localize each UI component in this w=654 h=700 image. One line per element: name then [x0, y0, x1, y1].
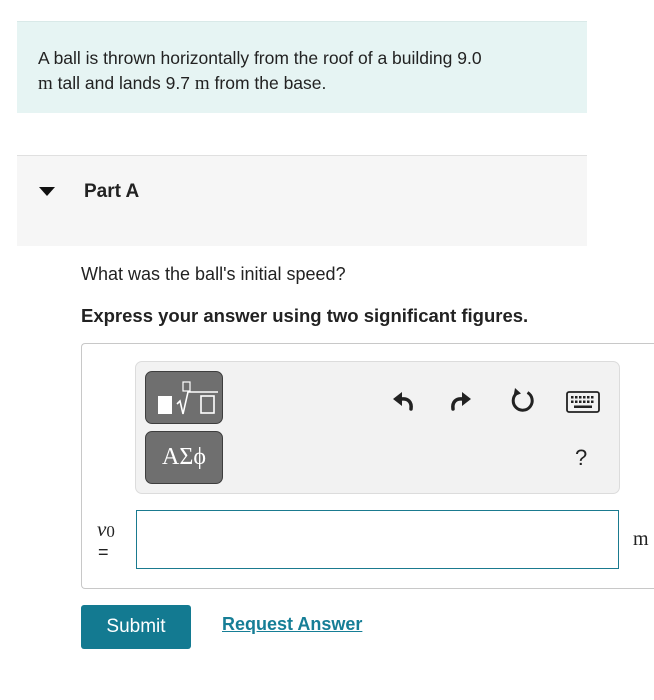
keyboard-icon[interactable] [566, 391, 600, 413]
question-text: What was the ball's initial speed? [81, 264, 346, 284]
variable-symbol: v [97, 517, 107, 541]
problem-text-1: A ball is thrown horizontally from the r… [38, 48, 482, 68]
greek-symbols-button[interactable]: ΑΣϕ [145, 431, 223, 484]
problem-unit-1: m [38, 73, 53, 94]
templates-button[interactable] [145, 371, 223, 424]
reset-icon[interactable] [508, 385, 538, 415]
problem-unit-2: m [194, 73, 210, 94]
request-answer-link[interactable]: Request Answer [222, 614, 362, 635]
part-title[interactable]: Part A [84, 181, 139, 203]
redo-icon[interactable] [448, 387, 474, 413]
problem-text-3: from the base. [214, 73, 327, 93]
undo-icon[interactable] [390, 387, 416, 413]
variable-subscript: 0 [106, 522, 115, 541]
answer-unit: m [633, 528, 649, 550]
instruction-text: Express your answer using two significan… [81, 305, 529, 326]
help-button[interactable]: ? [575, 445, 587, 471]
answer-input[interactable] [136, 510, 619, 569]
part-a-header[interactable]: Part A [17, 155, 587, 246]
problem-text-2: tall and lands 9.7 [57, 73, 190, 93]
caret-down-icon[interactable] [39, 187, 55, 196]
problem-statement: A ball is thrown horizontally from the r… [17, 21, 587, 113]
fraction-root-template-icon [158, 381, 218, 415]
submit-button[interactable]: Submit [81, 605, 191, 649]
equals-sign: = [98, 542, 109, 562]
variable-label: v0 [97, 517, 115, 542]
